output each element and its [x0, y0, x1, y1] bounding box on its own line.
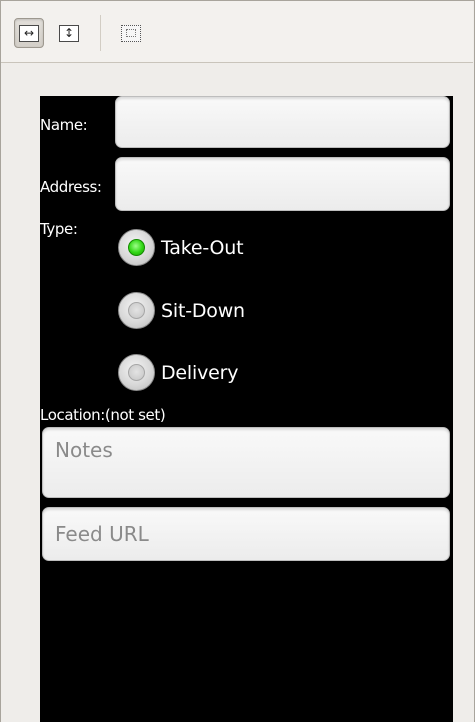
fit-height-button[interactable]: ↕	[54, 18, 84, 48]
feed-url-field[interactable]: Feed URL	[42, 507, 450, 561]
name-label: Name:	[40, 116, 88, 134]
notes-field[interactable]: Notes	[42, 427, 450, 498]
radio-button[interactable]	[118, 354, 155, 391]
location-row: Location:(not set)	[40, 406, 166, 424]
address-label: Address:	[40, 178, 102, 196]
toolbar: ↔ ↕	[1, 1, 473, 63]
vertical-arrows-icon: ↕	[59, 24, 79, 42]
radio-delivery[interactable]: Delivery	[118, 354, 238, 391]
radio-button[interactable]	[118, 292, 155, 329]
radio-sit-down[interactable]: Sit-Down	[118, 292, 245, 329]
dotted-selection-icon	[121, 24, 141, 42]
location-label: Location:	[40, 406, 105, 424]
location-value: (not set)	[104, 406, 166, 424]
radio-button-checked[interactable]	[118, 229, 155, 266]
radio-label: Take-Out	[161, 236, 244, 259]
zoom-area-button[interactable]	[116, 18, 146, 48]
type-label: Type:	[40, 220, 78, 238]
radio-take-out[interactable]: Take-Out	[118, 229, 244, 266]
address-field[interactable]	[115, 157, 450, 211]
toolbar-separator	[100, 15, 101, 51]
radio-label: Sit-Down	[161, 299, 245, 322]
device-screen: Name: Address: Type: Take-Out Sit-Down D…	[40, 96, 453, 722]
horizontal-arrows-icon: ↔	[19, 24, 39, 42]
radio-label: Delivery	[161, 361, 239, 384]
fit-width-button[interactable]: ↔	[14, 18, 44, 48]
name-field[interactable]	[115, 96, 450, 148]
